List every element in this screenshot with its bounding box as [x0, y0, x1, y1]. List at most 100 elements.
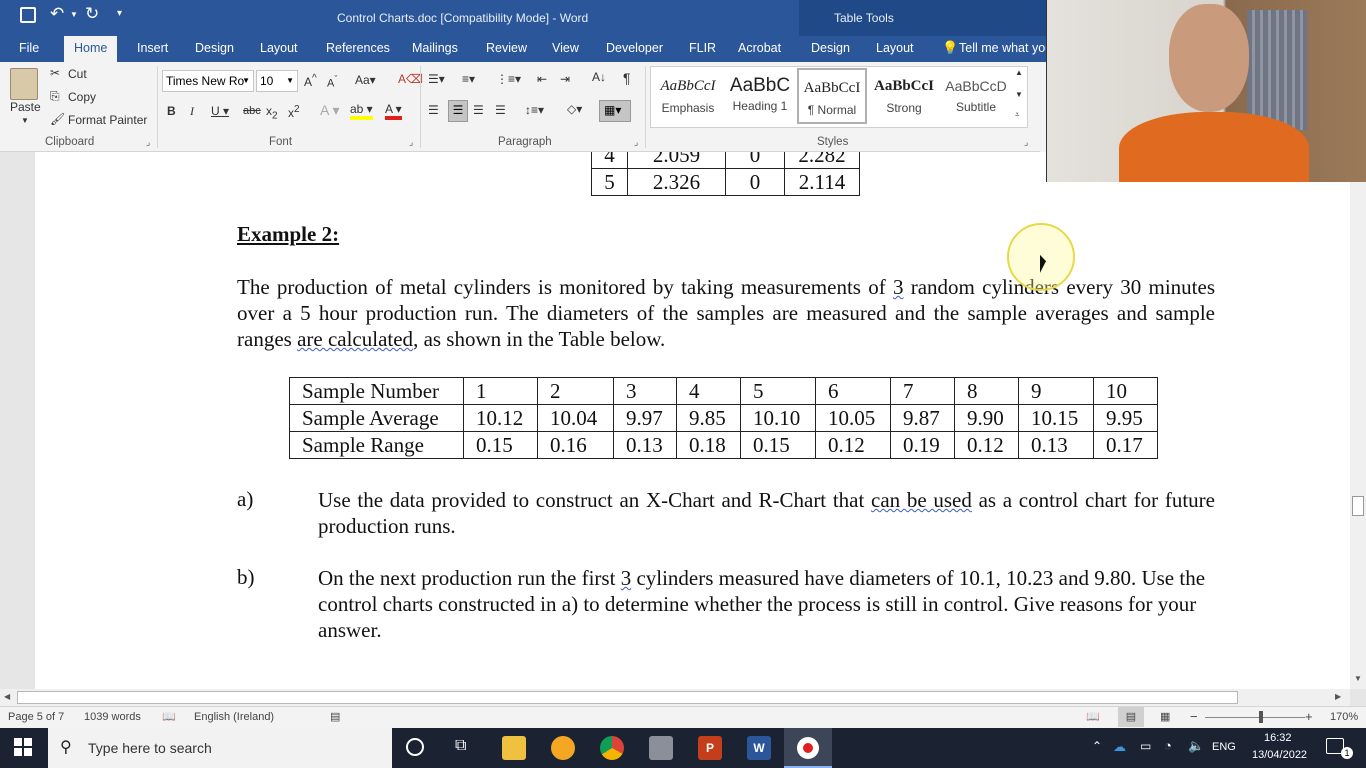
hscroll-thumb[interactable]: [17, 691, 1238, 704]
align-left-icon[interactable]: ☰: [428, 103, 439, 117]
tab-layout[interactable]: Layout: [260, 41, 298, 55]
grow-font-icon[interactable]: A^: [304, 73, 317, 89]
page[interactable]: 4 2.059 0 2.282 5 2.326 0 2.114 Example …: [35, 152, 1350, 689]
tab-insert[interactable]: Insert: [137, 41, 168, 55]
sort-icon[interactable]: A↓: [592, 70, 606, 84]
task-view-icon[interactable]: ⧉: [455, 737, 466, 755]
word-icon[interactable]: W: [747, 736, 771, 760]
increase-indent-icon[interactable]: ⇥: [560, 72, 570, 86]
tab-references[interactable]: References: [326, 41, 390, 55]
scroll-down-icon[interactable]: ▼: [1354, 674, 1362, 683]
page-count[interactable]: Page 5 of 7: [8, 711, 64, 723]
font-launcher-icon[interactable]: ⌟: [409, 137, 413, 148]
line-spacing-icon[interactable]: ↕≡▾: [525, 103, 544, 117]
print-layout-icon[interactable]: ▤: [1118, 707, 1144, 727]
tell-me-box[interactable]: Tell me what you: [959, 41, 1052, 55]
clipboard-launcher-icon[interactable]: ⌟: [146, 137, 150, 148]
subscript-icon[interactable]: x2: [266, 104, 278, 121]
paste-dropdown-icon[interactable]: ▼: [21, 116, 29, 125]
taskbar-search-box[interactable]: ⚲ Type here to search: [48, 728, 392, 768]
recorder-app-active[interactable]: [784, 728, 832, 768]
horizontal-scrollbar[interactable]: ◀ ▶: [0, 689, 1350, 706]
tab-home[interactable]: Home: [64, 36, 118, 62]
style-emphasis[interactable]: AaBbCcI Emphasis: [653, 68, 723, 124]
vertical-scrollbar[interactable]: ▼: [1350, 152, 1366, 689]
zoom-out-icon[interactable]: −: [1190, 709, 1198, 724]
tab-flir[interactable]: FLIR: [689, 41, 716, 55]
macro-recording-icon[interactable]: ▤: [330, 710, 340, 723]
tab-mailings[interactable]: Mailings: [412, 41, 458, 55]
bold-icon[interactable]: B: [167, 104, 176, 118]
paint-app-icon[interactable]: [551, 736, 575, 760]
tab-file[interactable]: File: [19, 41, 39, 55]
text-effects-icon[interactable]: A ▾: [320, 102, 339, 119]
redo-icon[interactable]: ↻: [85, 4, 99, 24]
style-heading-1[interactable]: AaBbC Heading 1: [725, 68, 795, 124]
styles-launcher-icon[interactable]: ⌟: [1024, 137, 1028, 148]
underline-icon[interactable]: U ▾: [211, 104, 229, 118]
cortana-icon[interactable]: [406, 738, 424, 756]
shrink-font-icon[interactable]: Aˇ: [327, 74, 337, 90]
shading-icon[interactable]: ◇▾: [567, 102, 582, 116]
battery-icon[interactable]: ▭: [1140, 739, 1151, 753]
styles-scroll-up-icon[interactable]: ▲: [1015, 68, 1023, 77]
language-indicator[interactable]: English (Ireland): [194, 711, 274, 723]
tab-acrobat[interactable]: Acrobat: [738, 41, 781, 55]
file-explorer-icon[interactable]: [502, 736, 526, 760]
paste-button[interactable]: Paste: [10, 100, 41, 114]
input-language[interactable]: ENG: [1212, 741, 1236, 753]
format-painter-button[interactable]: Format Painter: [68, 113, 147, 127]
clock-time[interactable]: 16:32: [1264, 732, 1292, 744]
tab-developer[interactable]: Developer: [606, 41, 663, 55]
numbering-icon[interactable]: ≡▾: [462, 72, 475, 86]
zoom-in-icon[interactable]: +: [1305, 709, 1313, 724]
style-subtitle[interactable]: AaBbCcD Subtitle: [941, 68, 1011, 124]
paste-icon[interactable]: [10, 68, 38, 100]
align-center-icon[interactable]: ☰: [448, 100, 468, 122]
justify-icon[interactable]: ☰: [495, 103, 506, 117]
tab-view[interactable]: View: [552, 41, 579, 55]
styles-scroll-down-icon[interactable]: ▼: [1015, 90, 1023, 99]
wifi-icon[interactable]: ◔: [1164, 738, 1172, 753]
highlight-icon[interactable]: ab ▾: [350, 102, 373, 120]
word-count[interactable]: 1039 words: [84, 711, 141, 723]
strikethrough-icon[interactable]: abc: [243, 105, 261, 117]
copy-button[interactable]: Copy: [68, 90, 96, 104]
tab-table-design[interactable]: Design: [811, 41, 850, 55]
undo-icon[interactable]: ↶: [50, 4, 64, 24]
camera-app-icon[interactable]: [649, 736, 673, 760]
proofing-icon[interactable]: 📖: [162, 710, 176, 723]
multilevel-list-icon[interactable]: ⋮≡▾: [496, 72, 521, 86]
italic-icon[interactable]: I: [190, 104, 194, 119]
customize-qat-icon[interactable]: ▾: [117, 8, 122, 19]
font-color-icon[interactable]: A ▾: [385, 102, 402, 120]
volume-icon[interactable]: 🔈: [1188, 738, 1204, 754]
clock-date[interactable]: 13/04/2022: [1252, 749, 1307, 761]
cut-button[interactable]: Cut: [68, 67, 87, 81]
style-normal[interactable]: AaBbCcI ¶ Normal: [797, 68, 867, 124]
windows-start-icon[interactable]: [14, 738, 32, 756]
zoom-level[interactable]: 170%: [1330, 711, 1358, 723]
decrease-indent-icon[interactable]: ⇤: [537, 72, 547, 86]
superscript-icon[interactable]: x2: [288, 104, 300, 120]
scroll-thumb[interactable]: [1352, 496, 1364, 516]
tab-table-layout[interactable]: Layout: [876, 41, 914, 55]
chrome-icon[interactable]: [600, 736, 624, 760]
style-strong[interactable]: AaBbCcI Strong: [869, 68, 939, 124]
tab-review[interactable]: Review: [486, 41, 527, 55]
borders-icon[interactable]: ▦▾: [599, 100, 631, 122]
zoom-slider[interactable]: [1205, 717, 1305, 718]
scroll-right-icon[interactable]: ▶: [1335, 692, 1341, 701]
scroll-left-icon[interactable]: ◀: [4, 692, 10, 701]
zoom-slider-thumb[interactable]: [1259, 711, 1263, 723]
onedrive-icon[interactable]: ☁: [1113, 739, 1126, 755]
font-name-select[interactable]: Times New Ro ▼: [162, 70, 254, 92]
change-case-icon[interactable]: Aa▾: [355, 73, 376, 87]
align-right-icon[interactable]: ☰: [473, 103, 484, 117]
font-size-select[interactable]: 10 ▼: [256, 70, 298, 92]
powerpoint-icon[interactable]: P: [698, 736, 722, 760]
read-mode-icon[interactable]: 📖: [1086, 710, 1100, 723]
bullets-icon[interactable]: ☰▾: [428, 72, 445, 86]
save-icon[interactable]: [20, 7, 36, 23]
web-layout-icon[interactable]: ▦: [1160, 710, 1170, 723]
